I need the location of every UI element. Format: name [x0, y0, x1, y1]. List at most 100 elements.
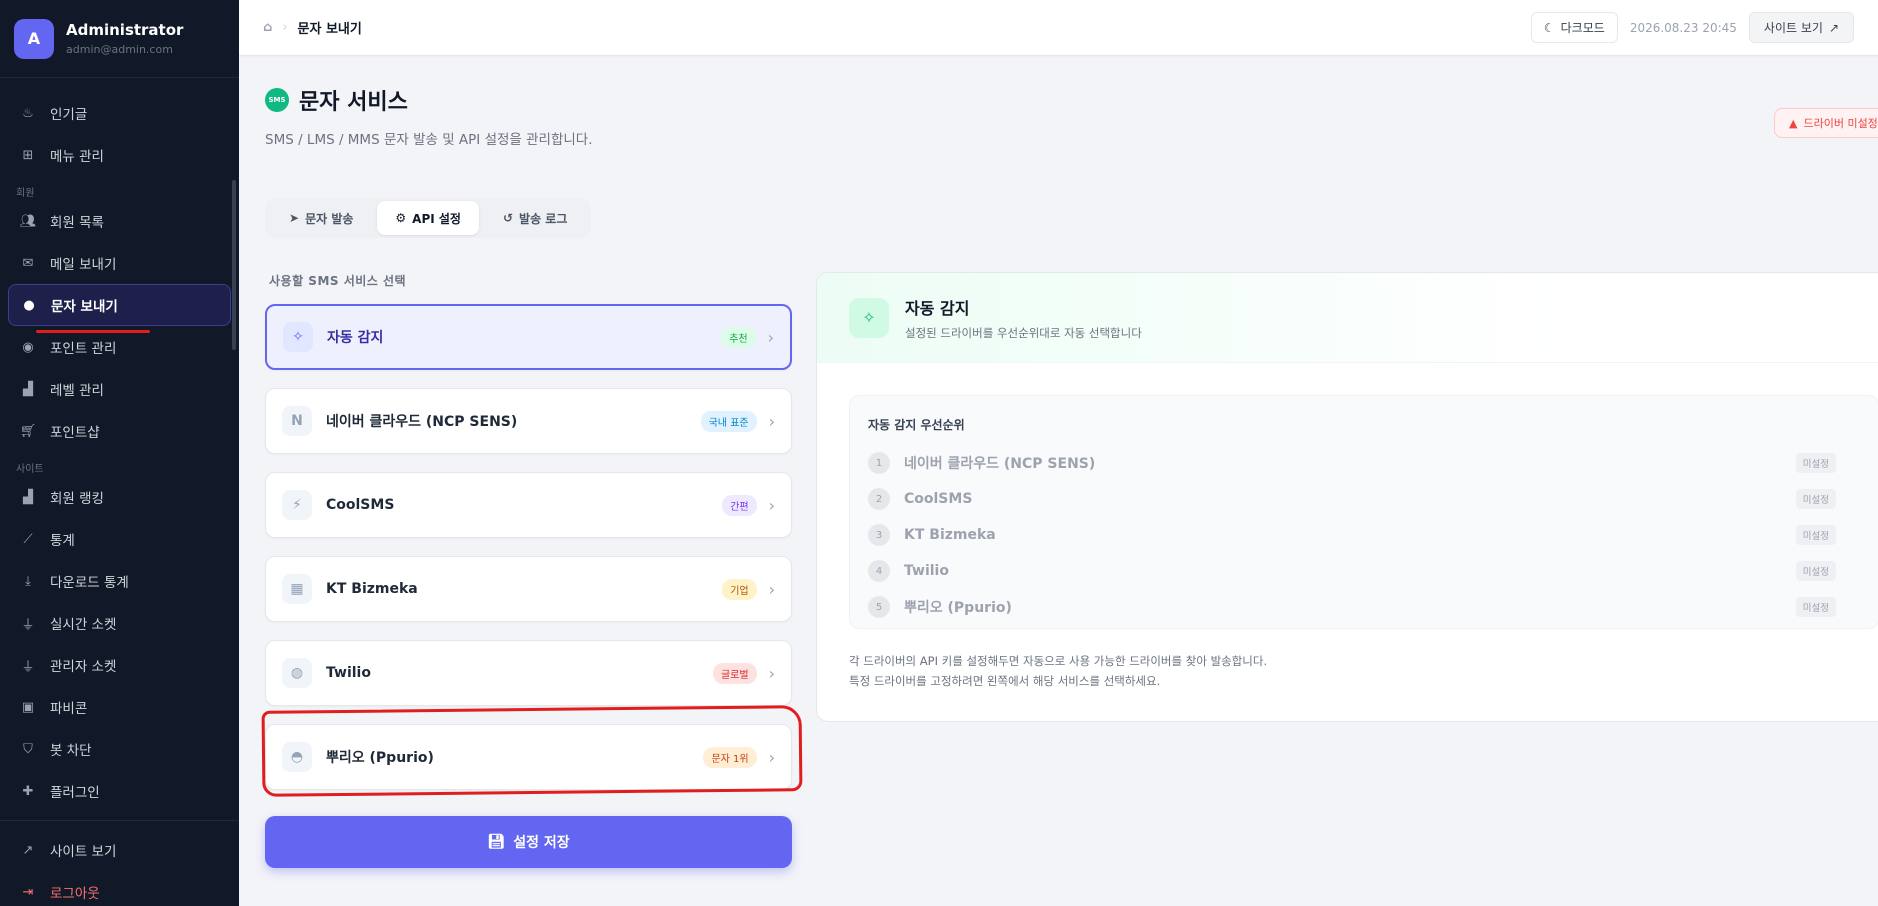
sidebar-item-admin-socket[interactable]: ⏚ 관리자 소켓 [0, 644, 239, 686]
globe-icon: ◍ [282, 658, 312, 688]
sidebar-item-site-view[interactable]: ↗ 사이트 보기 [0, 829, 239, 871]
service-tag: 글로벌 [712, 662, 757, 684]
magic-wand-icon: ✧ [283, 322, 313, 352]
save-icon: 💾︎ [487, 834, 506, 850]
sidebar-item-download-stats[interactable]: ⤓ 다운로드 통계 [0, 560, 239, 602]
paper-plane-icon: ➤ [289, 211, 300, 225]
service-tag: 간편 [722, 494, 757, 516]
priority-row: 3 KT Bizmeka 미설정 [868, 517, 1860, 553]
service-tag: 국내 표준 [700, 410, 757, 432]
panel-header: ✧ 자동 감지 설정된 드라이버를 우선순위대로 자동 선택합니다 [817, 273, 1878, 363]
dark-mode-button[interactable]: ☾ 다크모드 [1530, 12, 1618, 43]
service-option[interactable]: ▦ KT Bizmeka 기업 › [265, 556, 792, 622]
page-title: 문자 서비스 [299, 90, 408, 115]
favicon-icon: ▣ [21, 699, 35, 715]
priority-status-badge: 미설정 [1795, 489, 1836, 509]
bolt-icon: ⚡ [282, 490, 312, 520]
levels-icon: ▟ [23, 381, 33, 397]
page-subtitle: SMS / LMS / MMS 문자 발송 및 API 설정을 관리합니다. [265, 132, 593, 148]
chevron-right-icon: › [768, 663, 775, 683]
priority-list: 1 네이버 클라우드 (NCP SENS) 미설정 2 CoolSMS 미설정 3 KT Bi… [868, 445, 1860, 625]
service-name: CoolSMS [326, 497, 395, 513]
sidebar-item-stats[interactable]: ⟋ 통계 [0, 518, 239, 560]
breadcrumb-current: 문자 보내기 [297, 22, 362, 37]
sidebar-item-plugins[interactable]: ✚ 플러그인 [0, 770, 239, 812]
sidebar-divider [0, 820, 239, 821]
sidebar-item-realtime-socket[interactable]: ⏚ 실시간 소켓 [0, 602, 239, 644]
panel-title: 자동 감지 [905, 298, 970, 318]
envelope-icon: ✉ [22, 255, 34, 271]
tab-send[interactable]: ➤ 문자 발송 [271, 201, 371, 235]
sidebar-item-mail[interactable]: ✉ 메일 보내기 [0, 242, 239, 284]
service-name: KT Bizmeka [326, 581, 418, 597]
driver-warning-badge: ▲ 드라이버 미설정 [1774, 108, 1878, 138]
gear-icon: ⚙ [395, 211, 407, 225]
priority-number: 4 [868, 560, 890, 582]
priority-driver-name: 네이버 클라우드 (NCP SENS) [904, 456, 1096, 472]
service-tag: 문자 1위 [703, 746, 757, 768]
priority-number: 3 [868, 524, 890, 546]
sidebar-item-popular[interactable]: ♨ 인기글 [0, 92, 239, 134]
tab-send-log[interactable]: ↺ 발송 로그 [485, 201, 585, 235]
coins-icon: ◉ [22, 339, 34, 355]
tab-bar: ➤ 문자 발송 ⚙ API 설정 ↺ 발송 로그 [265, 198, 592, 238]
service-option[interactable]: N 네이버 클라우드 (NCP SENS) 국내 표준 › [265, 388, 792, 454]
chart-line-icon: ⟋ [23, 531, 33, 547]
sidebar-item-ranking[interactable]: ▟ 회원 랭킹 [0, 476, 239, 518]
sidebar-item-pointshop[interactable]: 🛒︎ 포인트샵 [0, 410, 239, 452]
building-icon: ▦ [282, 574, 312, 604]
external-link-icon: ↗ [22, 842, 34, 858]
chevron-right-icon: › [768, 579, 775, 599]
sidebar-item-members[interactable]: 👥︎ 회원 목록 [0, 200, 239, 242]
service-option[interactable]: ◓ 뿌리오 (Ppurio) 문자 1위 › [265, 724, 792, 790]
history-icon: ↺ [502, 211, 514, 225]
home-icon[interactable]: ⌂ [263, 20, 272, 35]
sidebar-item-sms[interactable]: ● 문자 보내기 [8, 284, 231, 326]
fire-icon: ♨ [22, 105, 34, 121]
service-option[interactable]: ◍ Twilio 글로벌 › [265, 640, 792, 706]
sidebar: A Administrator admin@admin.com ♨ 인기글 ⊞ 메뉴… [0, 0, 239, 906]
priority-number: 2 [868, 488, 890, 510]
priority-driver-name: KT Bizmeka [904, 527, 996, 543]
auto-detect-panel: ✧ 자동 감지 설정된 드라이버를 우선순위대로 자동 선택합니다 자동 감지 … [816, 272, 1878, 722]
priority-driver-name: CoolSMS [904, 491, 973, 507]
sidebar-item-bot-block[interactable]: ⛉ 봇 차단 [0, 728, 239, 770]
sidebar-item-favicon[interactable]: ▣ 파비콘 [0, 686, 239, 728]
service-name: 네이버 클라우드 (NCP SENS) [326, 414, 518, 430]
service-select-label: 사용할 SMS 서비스 선택 [269, 274, 407, 288]
service-option[interactable]: ⚡ CoolSMS 간편 › [265, 472, 792, 538]
priority-driver-name: 뿌리오 (Ppurio) [904, 600, 1012, 616]
priority-row: 4 Twilio 미설정 [868, 553, 1860, 589]
external-link-icon: ↗ [1828, 20, 1839, 35]
user-name: Administrator [66, 21, 184, 39]
sidebar-item-levels[interactable]: ▟ 레벨 관리 [0, 368, 239, 410]
avatar: A [14, 18, 54, 59]
priority-number: 1 [868, 452, 890, 474]
naver-icon: N [282, 406, 312, 436]
site-view-button[interactable]: 사이트 보기 ↗ [1748, 12, 1854, 43]
shield-icon: ⛉ [23, 741, 33, 757]
warning-icon: ▲ [1789, 116, 1798, 130]
sitemap-icon: ⊞ [22, 147, 34, 163]
priority-status-badge: 미설정 [1795, 453, 1836, 473]
chevron-right-icon: › [768, 411, 775, 431]
tab-api-settings[interactable]: ⚙ API 설정 [377, 201, 479, 235]
sidebar-item-logout[interactable]: ⇥ 로그아웃 [0, 871, 239, 906]
sidebar-section-members: 회원 [16, 188, 35, 199]
magic-wand-icon: ✧ [849, 297, 889, 338]
users-icon: 👥︎ [19, 213, 37, 229]
sidebar-profile[interactable]: A Administrator admin@admin.com [0, 0, 239, 78]
breadcrumb: ⌂ › 문자 보내기 [263, 18, 362, 37]
sidebar-scrollbar[interactable] [232, 180, 236, 350]
priority-driver-name: Twilio [904, 563, 949, 579]
sms-icon: SMS [265, 88, 289, 112]
sidebar-item-menu[interactable]: ⊞ 메뉴 관리 [0, 134, 239, 176]
save-settings-button[interactable]: 💾︎ 설정 저장 [265, 816, 792, 868]
message-icon: ◓ [282, 742, 312, 772]
moon-icon: ☾ [1543, 20, 1555, 35]
priority-row: 2 CoolSMS 미설정 [868, 481, 1860, 517]
priority-title: 자동 감지 우선순위 [868, 418, 965, 432]
service-option[interactable]: ✧ 자동 감지 추천 › [265, 304, 792, 370]
panel-note: 각 드라이버의 API 키를 설정해두면 자동으로 사용 가능한 드라이버를 찾… [849, 654, 1268, 688]
priority-status-badge: 미설정 [1795, 561, 1836, 581]
